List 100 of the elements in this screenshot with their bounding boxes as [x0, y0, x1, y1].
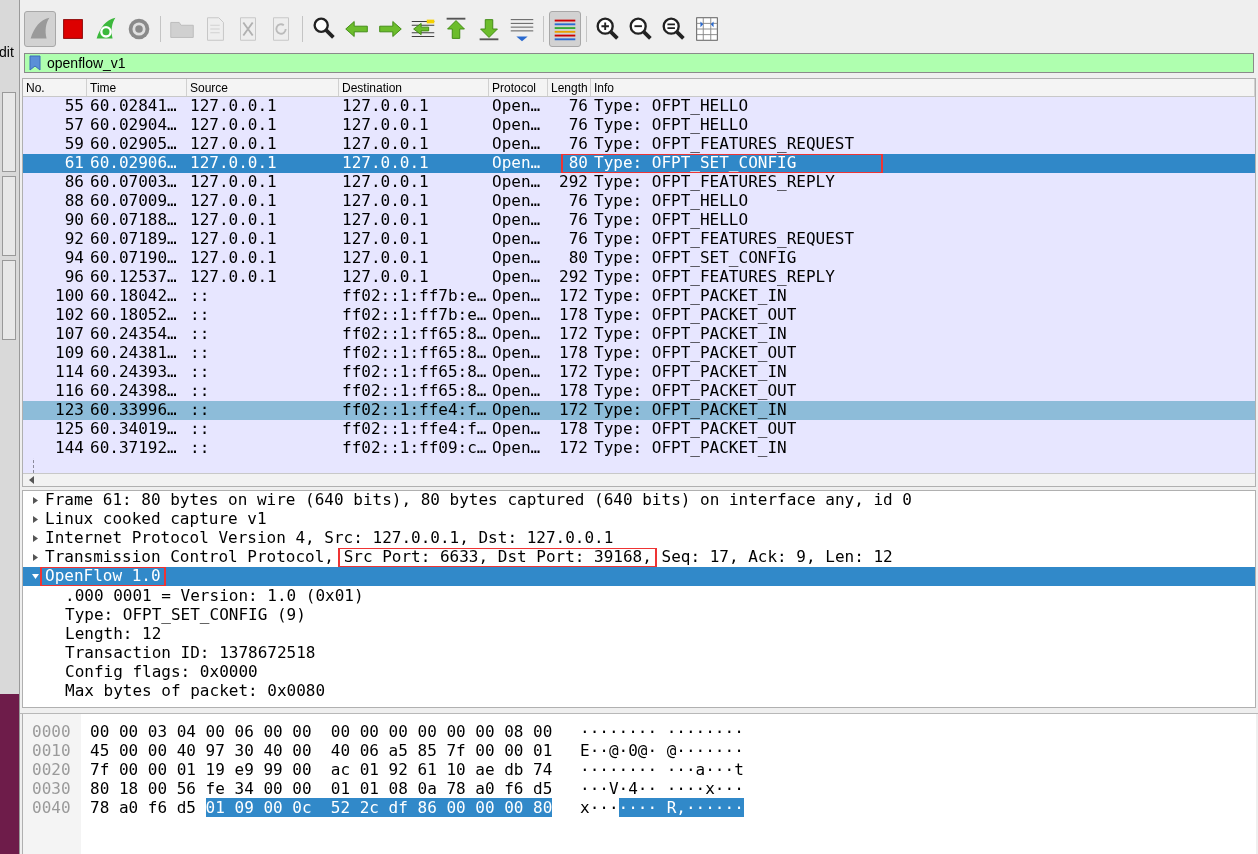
side-button[interactable] [2, 176, 16, 256]
table-cell: 127.0.0.1 [190, 267, 277, 286]
selected-ascii-text[interactable]: ···· R,······ [618, 798, 744, 817]
table-cell: 107 [55, 324, 84, 343]
table-cell: 60.24393… [90, 362, 177, 381]
table-cell: 127.0.0.1 [190, 229, 277, 248]
table-cell: 60.33996… [90, 400, 177, 419]
tree-item-text[interactable]: Length: 12 [65, 624, 162, 643]
hex-bytes[interactable]: 78 a0 f6 d5 [90, 798, 206, 817]
horizontal-scrollbar[interactable] [23, 473, 1255, 486]
table-cell: :: [190, 305, 210, 324]
table-cell: Type: OFPT_HELLO [594, 97, 749, 115]
table-cell: Open… [492, 248, 541, 267]
bookmark-icon[interactable] [29, 55, 41, 71]
tree-item-text[interactable]: Type: OFPT_SET_CONFIG (9) [65, 605, 306, 624]
tree-item-text[interactable]: .000 0001 = Version: 1.0 (0x01) [65, 586, 364, 605]
table-cell: 172 [559, 362, 588, 381]
column-header[interactable]: Protocol [489, 79, 548, 96]
table-cell: Open… [492, 381, 541, 400]
ascii-text[interactable]: ········ ···a···t [580, 760, 744, 779]
table-cell: 127.0.0.1 [190, 134, 277, 153]
expand-arrow-icon[interactable] [32, 535, 38, 542]
table-cell: 86 [64, 172, 84, 191]
packet-row[interactable]: 123 60.33996… :: ff02::1:ffe4:f… Open… 172 Type: OFPT_PACKET_IN [23, 401, 1255, 420]
tree-item-text[interactable]: Max bytes of packet: 0x0080 [65, 681, 326, 700]
column-header[interactable]: Destination [339, 79, 489, 96]
offset-text: 0030 [32, 779, 72, 798]
table-cell: 60.12537… [90, 267, 177, 286]
table-cell: 60.07003… [90, 172, 177, 191]
table-cell: Open… [492, 172, 541, 191]
tree-item-text[interactable]: Config flags: 0x0000 [65, 662, 258, 681]
tree-item-text[interactable]: Transaction ID: 1378672518 [65, 643, 316, 662]
ascii-text[interactable]: ········ ········ [580, 722, 744, 741]
table-cell: 60.07190… [90, 248, 177, 267]
table-cell: 60.18042… [90, 286, 177, 305]
table-cell: 61 [64, 153, 84, 172]
table-cell: 76 [568, 134, 588, 153]
table-cell: 80 [568, 248, 588, 267]
table-cell: 116 [55, 381, 84, 400]
ascii-text[interactable]: E··@·0@· @······· [580, 741, 744, 760]
scroll-left-icon[interactable] [28, 476, 36, 484]
collapse-arrow-icon[interactable] [31, 574, 39, 579]
table-cell: Type: OFPT_PACKET_OUT [594, 343, 797, 362]
hex-bytes[interactable]: 7f 00 00 01 19 e9 99 00 ac 01 92 61 10 ae db 74 [90, 760, 553, 779]
table-cell: 125 [55, 419, 84, 438]
column-header[interactable]: No. [23, 79, 87, 96]
table-cell: 59 [64, 134, 84, 153]
table-cell: ff02::1:ffe4:f… [342, 419, 487, 438]
column-header[interactable]: Info [591, 79, 1255, 96]
column-header[interactable]: Length [548, 79, 591, 96]
column-header[interactable]: Time [87, 79, 187, 96]
table-cell: 127.0.0.1 [190, 97, 277, 115]
table-cell: 60.02841… [90, 97, 177, 115]
table-cell: 172 [559, 286, 588, 305]
table-cell: 60.24398… [90, 381, 177, 400]
table-cell: 76 [568, 191, 588, 210]
packet-row[interactable]: 61 60.02906… 127.0.0.1 127.0.0.1 Open… 80 Type: OFPT_SET_CONFIG [23, 154, 1255, 173]
ascii-text[interactable]: x··· [580, 798, 619, 817]
expand-arrow-icon[interactable] [32, 554, 38, 561]
tree-item-text[interactable]: OpenFlow 1.0 [40, 567, 166, 586]
table-cell: ff02::1:ff65:8… [342, 324, 487, 343]
hex-bytes[interactable]: 00 00 03 04 00 06 00 00 00 00 00 00 00 00 08 00 [90, 722, 553, 741]
table-cell: 178 [559, 305, 588, 324]
table-cell: Type: OFPT_HELLO [594, 115, 749, 134]
filter-field[interactable]: openflow_v1 [24, 53, 1254, 73]
table-cell: 60.34019… [90, 419, 177, 438]
table-cell: Open… [492, 153, 541, 172]
tree-item-text[interactable]: Frame 61: 80 bytes on wire (640 bits), 80 bytes captured (640 bits) on interface any, id 0 [40, 491, 917, 510]
table-cell: 172 [559, 438, 588, 457]
tree-item-text[interactable]: Linux cooked capture v1 [40, 510, 272, 529]
table-cell: 94 [64, 248, 84, 267]
table-cell: 60.24381… [90, 343, 177, 362]
table-cell: 127.0.0.1 [342, 97, 429, 115]
hex-bytes[interactable]: 80 18 00 56 fe 34 00 00 01 01 08 0a 78 a0 f6 d5 [90, 779, 553, 798]
table-cell: Open… [492, 324, 541, 343]
table-cell: Open… [492, 191, 541, 210]
side-button[interactable] [2, 92, 16, 172]
table-cell: Open… [492, 438, 541, 457]
table-cell: 127.0.0.1 [190, 248, 277, 267]
side-button[interactable] [2, 260, 16, 340]
table-cell: ff02::1:ff65:8… [342, 343, 487, 362]
table-cell: 292 [559, 267, 588, 286]
table-cell: 96 [64, 267, 84, 286]
table-cell: 88 [64, 191, 84, 210]
table-cell: 127.0.0.1 [342, 191, 429, 210]
expand-arrow-icon[interactable] [32, 516, 38, 523]
selected-tree-row[interactable]: OpenFlow 1.0 [23, 567, 1255, 586]
column-header[interactable]: Source [187, 79, 339, 96]
table-cell: 60.02906… [90, 153, 177, 172]
ascii-text[interactable]: ···V·4·· ····x··· [580, 779, 744, 798]
table-cell: Type: OFPT_PACKET_IN [594, 400, 787, 419]
tree-item-text[interactable]: Internet Protocol Version 4, Src: 127.0.0.1, Dst: 127.0.0.1 [40, 529, 619, 548]
table-cell: 57 [64, 115, 84, 134]
table-cell: 76 [568, 229, 588, 248]
hex-bytes[interactable]: 45 00 00 40 97 30 40 00 40 06 a5 85 7f 00 00 01 [90, 741, 553, 760]
table-cell: 127.0.0.1 [190, 191, 277, 210]
selected-hex-bytes[interactable]: 01 09 00 0c 52 2c df 86 00 00 00 80 [205, 798, 553, 817]
table-cell: 127.0.0.1 [342, 153, 429, 172]
expand-arrow-icon[interactable] [32, 497, 38, 504]
table-cell: :: [190, 362, 210, 381]
